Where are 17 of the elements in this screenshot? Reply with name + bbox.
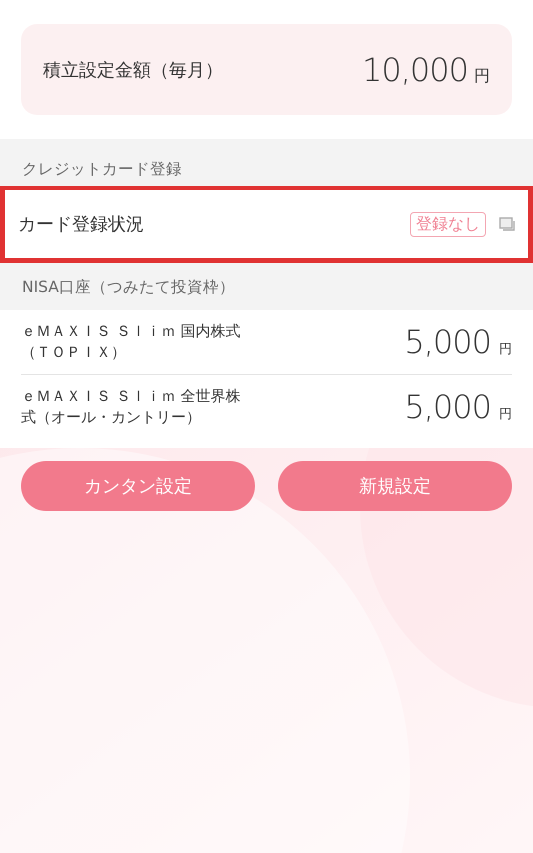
yen-unit: 円 [499, 406, 512, 423]
section-heading: クレジットカード登録 [22, 160, 182, 178]
yen-unit: 円 [474, 66, 490, 86]
fund-name: ｅＭＡＸＩＳ Ｓｌｉｍ 国内株式（ＴＯＰＩＸ） [21, 321, 242, 363]
status-badge: 登録なし [410, 212, 486, 236]
section-heading: NISA口座（つみたて投資枠） [22, 278, 235, 296]
total-label: 積立設定金額（毎月） [43, 58, 223, 82]
fund-name: ｅＭＡＸＩＳ Ｓｌｉｍ 全世界株式（オール・カントリー） [21, 386, 242, 428]
card-status-row[interactable]: カード登録状況 登録なし [0, 186, 533, 263]
total-amount: 10,000 [362, 50, 468, 88]
yen-unit: 円 [499, 341, 512, 358]
action-button[interactable]: カンタン設定 [21, 461, 255, 511]
window-icon [499, 216, 516, 232]
action-button[interactable]: 新規設定 [278, 461, 512, 511]
card-status-label: カード登録状況 [18, 213, 144, 236]
fund-amount: 5,000 [404, 388, 491, 426]
fund-amount: 5,000 [404, 323, 491, 361]
